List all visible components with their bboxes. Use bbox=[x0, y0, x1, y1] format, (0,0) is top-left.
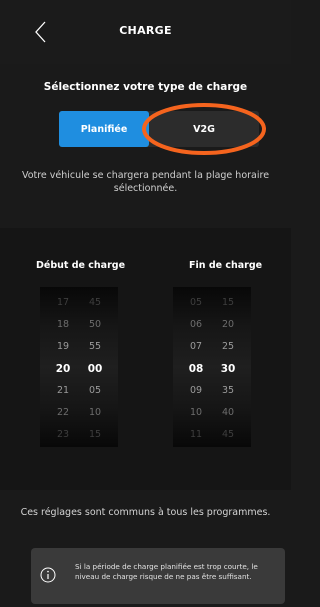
debut-hour: 23 bbox=[56, 429, 70, 440]
info-icon bbox=[40, 567, 56, 583]
picker-row[interactable]: 23 15 bbox=[40, 426, 118, 444]
warning-box: Si la période de charge planifiée est tr… bbox=[31, 548, 285, 604]
debut-hour: 19 bbox=[56, 341, 70, 352]
picker-row[interactable]: 05 15 bbox=[173, 294, 251, 312]
picker-row[interactable]: 09 35 bbox=[173, 382, 251, 400]
picker-row[interactable]: 19 55 bbox=[40, 338, 118, 356]
fin-hour: 10 bbox=[189, 407, 203, 418]
fin-minute: 20 bbox=[221, 319, 235, 330]
annotation-circle bbox=[142, 103, 266, 155]
picker-row[interactable]: 22 10 bbox=[40, 404, 118, 422]
picker-row[interactable]: 18 50 bbox=[40, 316, 118, 334]
fin-hour: 05 bbox=[189, 297, 203, 308]
fin-selected-minute: 30 bbox=[220, 363, 236, 375]
debut-hour: 17 bbox=[56, 297, 70, 308]
picker-row[interactable]: 21 05 bbox=[40, 382, 118, 400]
debut-minute: 15 bbox=[88, 429, 102, 440]
warning-text: Si la période de charge planifiée est tr… bbox=[75, 562, 258, 581]
fin-minute: 35 bbox=[221, 385, 235, 396]
common-settings-text: Ces réglages sont communs à tous les pro… bbox=[20, 507, 271, 518]
fin-hour: 06 bbox=[189, 319, 203, 330]
picker-row[interactable]: 17 45 bbox=[40, 294, 118, 312]
debut-time-picker[interactable]: 17 45 18 50 19 55 20 00 21 05 22 10 23 15 bbox=[40, 287, 118, 447]
fin-minute: 15 bbox=[221, 297, 235, 308]
debut-hour: 21 bbox=[56, 385, 70, 396]
header: CHARGE bbox=[0, 0, 291, 64]
debut-hour: 22 bbox=[56, 407, 70, 418]
debut-minute: 05 bbox=[88, 385, 102, 396]
fin-hour: 11 bbox=[189, 429, 203, 440]
fin-time-picker[interactable]: 05 15 06 20 07 25 08 30 09 35 10 40 11 45 bbox=[173, 287, 251, 447]
picker-row[interactable]: 11 45 bbox=[173, 426, 251, 444]
fin-hour: 09 bbox=[189, 385, 203, 396]
debut-minute: 10 bbox=[88, 407, 102, 418]
debut-selected-minute: 00 bbox=[87, 363, 103, 375]
fin-selected-hour: 08 bbox=[188, 363, 204, 375]
fin-minute: 25 bbox=[221, 341, 235, 352]
page-title: CHARGE bbox=[119, 24, 172, 37]
picker-row[interactable]: 07 25 bbox=[173, 338, 251, 356]
fin-minute: 45 bbox=[221, 429, 235, 440]
charge-type-title: Sélectionnez votre type de charge bbox=[43, 81, 248, 93]
tab-planifiee[interactable]: Planifiée bbox=[59, 111, 149, 147]
picker-row-selected[interactable]: 20 00 bbox=[40, 360, 118, 378]
fin-minute: 40 bbox=[221, 407, 235, 418]
debut-label: Début de charge bbox=[36, 260, 126, 271]
debut-minute: 55 bbox=[88, 341, 102, 352]
fin-hour: 07 bbox=[189, 341, 203, 352]
debut-minute: 50 bbox=[88, 319, 102, 330]
debut-hour: 18 bbox=[56, 319, 70, 330]
debut-minute: 45 bbox=[88, 297, 102, 308]
fin-label: Fin de charge bbox=[189, 260, 263, 271]
picker-row[interactable]: 10 40 bbox=[173, 404, 251, 422]
picker-row[interactable]: 06 20 bbox=[173, 316, 251, 334]
picker-row-selected[interactable]: 08 30 bbox=[173, 360, 251, 378]
debut-selected-hour: 20 bbox=[55, 363, 71, 375]
charge-info-text: Votre véhicule se chargera pendant la pl… bbox=[21, 170, 270, 194]
